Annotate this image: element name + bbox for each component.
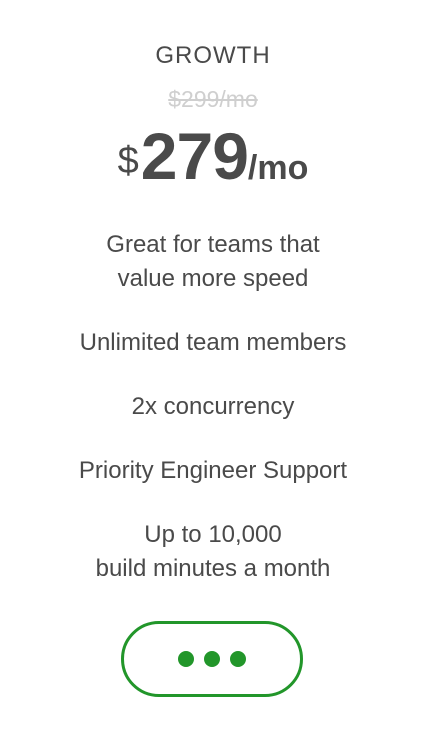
feature-build-minutes-line-1: Up to 10,000 (144, 521, 282, 548)
feature-build-minutes: Up to 10,000 build minutes a month (0, 518, 426, 586)
price-currency: $ (117, 140, 139, 182)
feature-support: Priority Engineer Support (78, 457, 348, 484)
pricing-card: GROWTH $299/mo $279/mo Great for teams t… (0, 0, 426, 740)
plan-description: Great for teams that value more speed (0, 228, 426, 296)
plan-name: GROWTH (155, 42, 271, 69)
loading-dot (178, 651, 194, 667)
feature-team-members: Unlimited team members (79, 329, 347, 356)
select-plan-button[interactable] (121, 621, 303, 697)
plan-description-line-2: value more speed (117, 265, 309, 292)
current-price: $279/mo (0, 118, 426, 194)
plan-description-line-1: Great for teams that (106, 231, 320, 258)
feature-build-minutes-line-2: build minutes a month (95, 555, 331, 582)
loading-dot (230, 651, 246, 667)
ellipsis-icon (178, 651, 246, 667)
price-period: /mo (247, 149, 309, 187)
price-amount: 279 (140, 119, 249, 193)
old-price: $299/mo (168, 86, 258, 112)
feature-concurrency: 2x concurrency (131, 393, 295, 420)
loading-dot (204, 651, 220, 667)
